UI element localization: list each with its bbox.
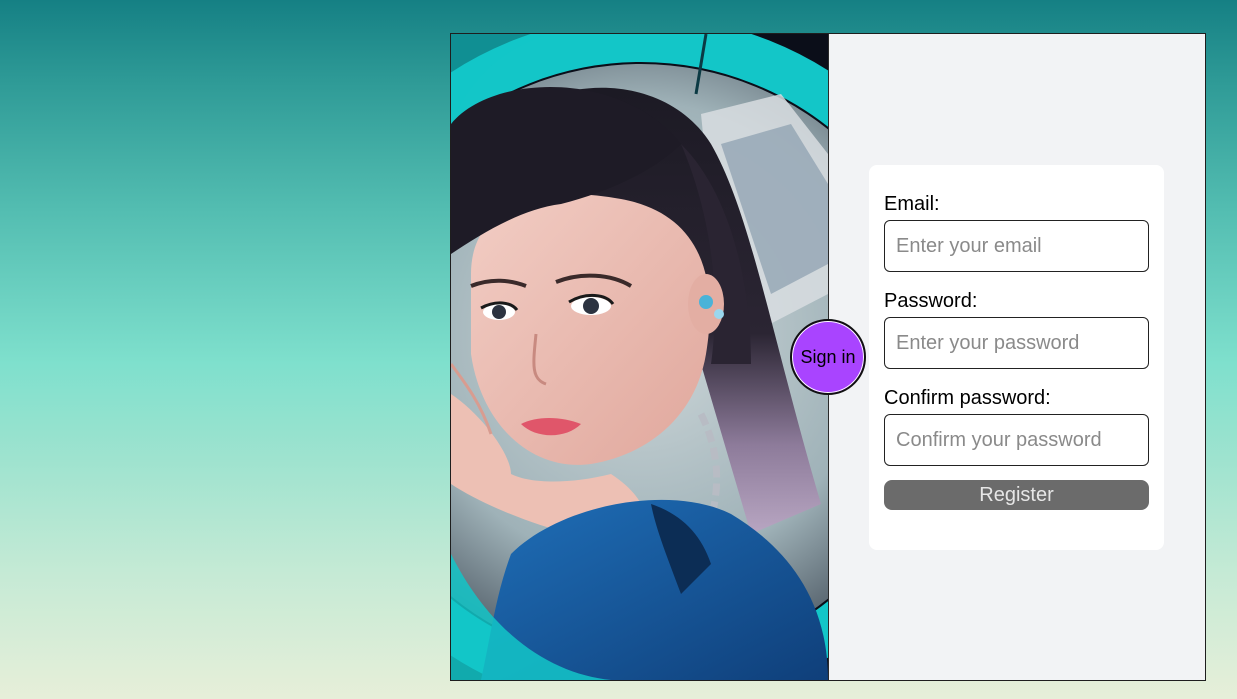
register-form: Email: Password: Confirm password: Regis… [869, 165, 1164, 550]
register-button[interactable]: Register [884, 480, 1149, 510]
auth-container: Email: Password: Confirm password: Regis… [450, 33, 1206, 681]
confirm-password-label: Confirm password: [884, 387, 1051, 409]
confirm-password-input[interactable] [884, 414, 1149, 466]
email-input[interactable] [884, 220, 1149, 272]
sign-in-toggle-button[interactable]: Sign in [790, 319, 866, 395]
portrait-photo [451, 34, 829, 680]
register-panel: Email: Password: Confirm password: Regis… [829, 34, 1205, 680]
password-label: Password: [884, 290, 978, 312]
portrait-image [451, 34, 828, 680]
email-label: Email: [884, 193, 940, 215]
password-input[interactable] [884, 317, 1149, 369]
